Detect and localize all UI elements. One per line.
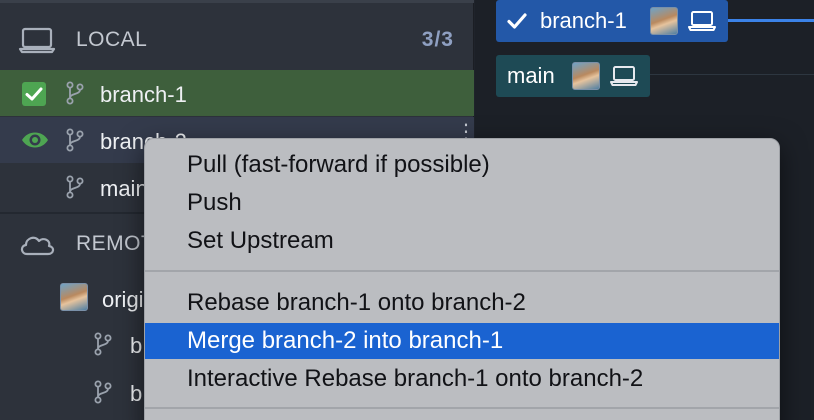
menu-item-rebase[interactable]: Rebase branch-1 onto branch-2 [145, 285, 779, 321]
author-avatar [650, 7, 678, 35]
branch-context-menu: Pull (fast-forward if possible) Push Set… [144, 138, 780, 420]
branch-icon [66, 81, 84, 105]
checked-out-icon [22, 82, 46, 106]
branch-icon [94, 332, 112, 356]
local-section-header[interactable]: LOCAL 3/3 [0, 13, 474, 67]
panel-top-edge [0, 0, 474, 3]
local-section-label: LOCAL [76, 28, 148, 51]
branch-tag-main[interactable]: main [496, 55, 650, 97]
tag-label: branch-1 [540, 8, 627, 33]
menu-item-interactive-rebase[interactable]: Interactive Rebase branch-1 onto branch-… [145, 361, 779, 397]
sidebar-item-branch-1[interactable]: branch-1 [0, 70, 474, 116]
menu-item-pull[interactable]: Pull (fast-forward if possible) [145, 147, 779, 183]
tag-label: main [507, 63, 555, 88]
menu-separator [145, 407, 779, 409]
remote-avatar [60, 283, 88, 311]
branch-icon [66, 128, 84, 152]
graph-branch-line [650, 74, 814, 75]
eye-icon[interactable] [20, 129, 50, 151]
local-branch-count: 3/3 [421, 28, 454, 51]
check-icon [507, 13, 527, 29]
branch-icon [94, 380, 112, 404]
branch-name: b [130, 381, 143, 406]
laptop-icon [688, 11, 716, 31]
branch-tag-branch-1[interactable]: branch-1 [496, 0, 728, 42]
author-avatar [572, 62, 600, 90]
menu-item-push[interactable]: Push [145, 185, 779, 221]
branch-name: b [130, 333, 143, 358]
branch-icon [66, 175, 84, 199]
graph-branch-line [728, 19, 814, 22]
laptop-icon [610, 66, 638, 86]
branch-name: branch-1 [100, 82, 187, 107]
laptop-icon [18, 27, 56, 54]
app-window: LOCAL 3/3 branch-1 branch-2 ⋮ main REMOT… [0, 0, 814, 420]
cloud-icon [20, 236, 55, 256]
menu-item-merge[interactable]: Merge branch-2 into branch-1 [145, 323, 779, 359]
menu-item-set-upstream[interactable]: Set Upstream [145, 223, 779, 259]
menu-separator [145, 270, 779, 272]
branch-name: main [100, 176, 148, 201]
